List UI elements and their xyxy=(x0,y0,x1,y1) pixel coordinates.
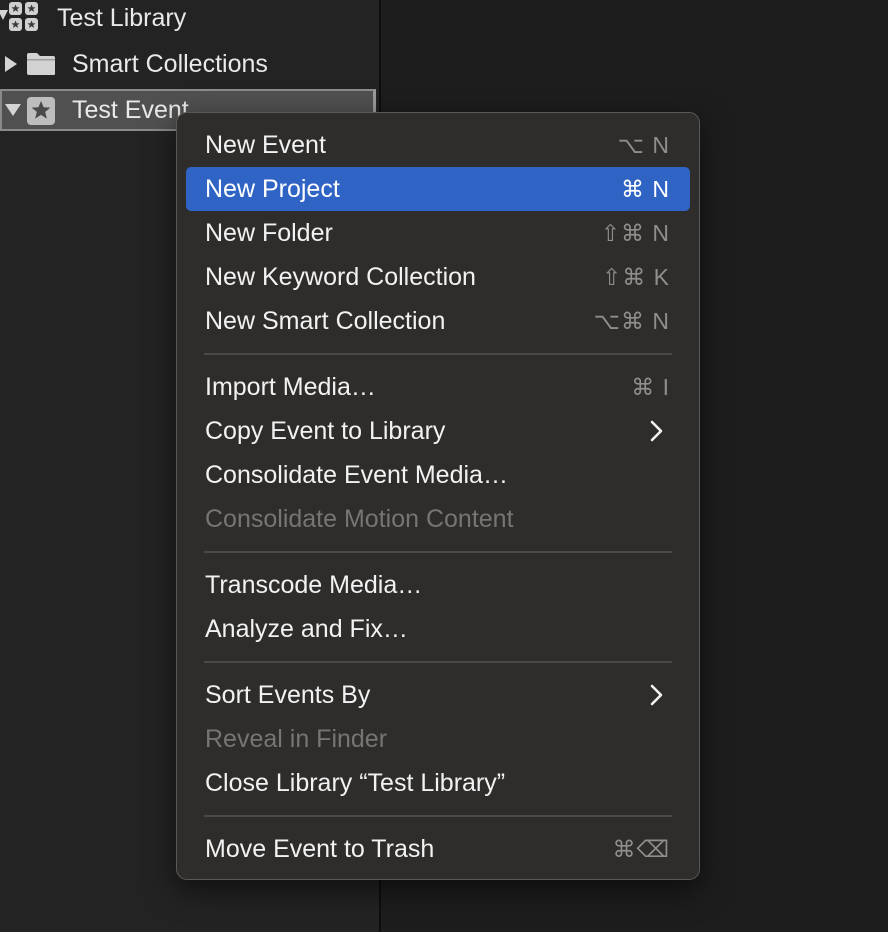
folder-icon xyxy=(27,53,55,75)
menu-item-copy-event-to-library[interactable]: Copy Event to Library xyxy=(186,409,690,453)
menu-item-new-folder[interactable]: New Folder ⇧⌘ N xyxy=(186,211,690,255)
menu-item-consolidate-motion-content: Consolidate Motion Content xyxy=(186,497,690,541)
menu-separator xyxy=(204,541,672,563)
menu-item-label: Analyze and Fix… xyxy=(205,614,408,643)
menu-item-shortcut: ⌥ N xyxy=(617,131,670,158)
library-row[interactable]: Test Library xyxy=(0,0,376,36)
menu-item-shortcut: ⌘ I xyxy=(631,373,670,400)
menu-item-label: Import Media… xyxy=(205,372,376,401)
menu-separator xyxy=(204,651,672,673)
menu-item-label: Transcode Media… xyxy=(205,570,423,599)
menu-item-transcode-media[interactable]: Transcode Media… xyxy=(186,563,690,607)
menu-item-new-keyword-collection[interactable]: New Keyword Collection ⇧⌘ K xyxy=(186,255,690,299)
menu-item-reveal-in-finder: Reveal in Finder xyxy=(186,717,690,761)
menu-item-new-event[interactable]: New Event ⌥ N xyxy=(186,123,690,167)
event-label: Test Event xyxy=(72,95,189,124)
menu-item-new-project[interactable]: New Project ⌘ N xyxy=(186,167,690,211)
event-star-icon xyxy=(27,97,55,125)
menu-item-label: New Keyword Collection xyxy=(205,262,476,291)
context-menu: New Event ⌥ N New Project ⌘ N New Folder… xyxy=(176,112,700,880)
disclosure-expanded-icon[interactable] xyxy=(4,103,22,117)
menu-item-label: New Project xyxy=(205,174,340,203)
menu-item-analyze-and-fix[interactable]: Analyze and Fix… xyxy=(186,607,690,651)
menu-item-new-smart-collection[interactable]: New Smart Collection ⌥⌘ N xyxy=(186,299,690,343)
menu-item-shortcut: ⌥⌘ N xyxy=(593,307,670,334)
disclosure-collapsed-icon[interactable] xyxy=(4,55,18,73)
menu-item-label: Sort Events By xyxy=(205,680,371,709)
menu-item-label: Move Event to Trash xyxy=(205,834,435,863)
menu-item-sort-events-by[interactable]: Sort Events By xyxy=(186,673,690,717)
menu-item-label: New Smart Collection xyxy=(205,306,446,335)
menu-item-move-event-to-trash[interactable]: Move Event to Trash ⌘⌫ xyxy=(186,827,690,871)
menu-item-label: Copy Event to Library xyxy=(205,416,446,445)
submenu-chevron-icon xyxy=(650,420,663,442)
menu-item-import-media[interactable]: Import Media… ⌘ I xyxy=(186,365,690,409)
menu-item-label: Close Library “Test Library” xyxy=(205,768,506,797)
menu-item-shortcut: ⇧⌘ K xyxy=(601,263,670,290)
menu-separator xyxy=(204,343,672,365)
menu-item-label: New Event xyxy=(205,130,326,159)
disclosure-expanded-icon[interactable] xyxy=(0,8,8,24)
menu-item-label: Consolidate Event Media… xyxy=(205,460,508,489)
smart-collections-row[interactable]: Smart Collections xyxy=(0,43,376,85)
menu-item-label: Consolidate Motion Content xyxy=(205,504,514,533)
menu-item-shortcut: ⌘⌫ xyxy=(612,835,670,862)
library-grid-icon xyxy=(9,2,38,31)
smart-collections-label: Smart Collections xyxy=(72,49,268,78)
menu-item-label: Reveal in Finder xyxy=(205,724,388,753)
menu-separator xyxy=(204,805,672,827)
menu-item-shortcut: ⌘ N xyxy=(621,175,670,202)
menu-item-close-library[interactable]: Close Library “Test Library” xyxy=(186,761,690,805)
menu-item-label: New Folder xyxy=(205,218,333,247)
menu-list: New Event ⌥ N New Project ⌘ N New Folder… xyxy=(177,123,699,871)
library-label: Test Library xyxy=(57,4,187,32)
menu-item-shortcut: ⇧⌘ N xyxy=(600,219,670,246)
menu-item-consolidate-event-media[interactable]: Consolidate Event Media… xyxy=(186,453,690,497)
submenu-chevron-icon xyxy=(650,684,663,706)
